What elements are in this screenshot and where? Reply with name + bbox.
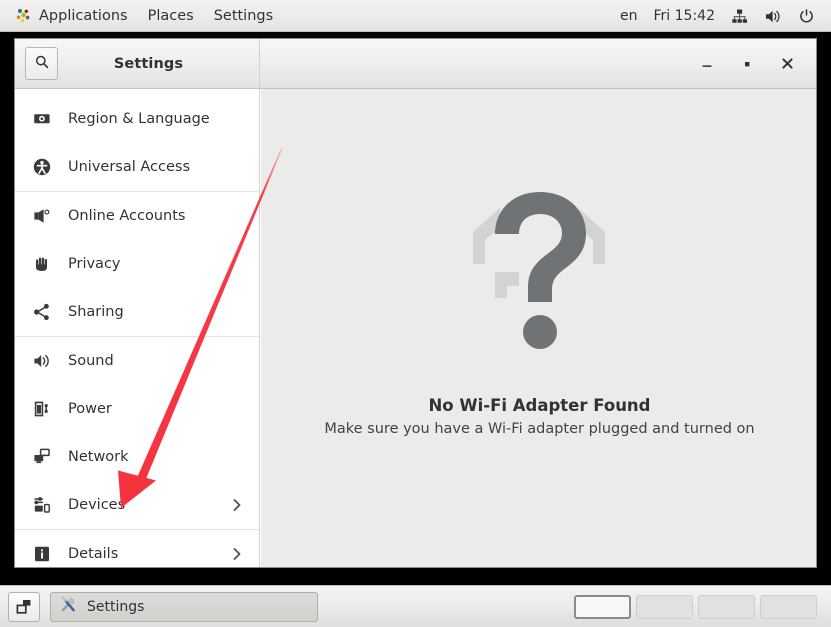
info-icon xyxy=(31,543,53,565)
titlebar-left-section: Settings xyxy=(15,39,260,88)
window-controls xyxy=(260,39,816,88)
sidebar-item-label: Privacy xyxy=(68,256,121,272)
gnome-logo-icon xyxy=(15,7,32,24)
sidebar-item-online-accounts[interactable]: Online Accounts xyxy=(15,192,259,240)
speaker-icon xyxy=(31,350,53,372)
sidebar-item-details[interactable]: Details xyxy=(15,530,259,567)
hand-icon xyxy=(31,253,53,275)
workspace-2[interactable] xyxy=(636,594,693,619)
places-menu[interactable]: Places xyxy=(139,5,203,27)
chevron-right-icon xyxy=(229,497,245,513)
workspace-4[interactable] xyxy=(760,594,817,619)
sidebar-item-label: Online Accounts xyxy=(68,208,186,224)
clock-label: Fri 15:42 xyxy=(653,8,715,24)
sidebar-item-privacy[interactable]: Privacy xyxy=(15,240,259,288)
keyboard-layout-label: en xyxy=(620,8,638,24)
sidebar-item-universal-access[interactable]: Universal Access xyxy=(15,143,259,191)
settings-window: Settings Region & Language Universal Acc… xyxy=(14,38,817,568)
share-icon xyxy=(31,301,53,323)
minimize-button[interactable] xyxy=(690,47,724,81)
network-icon xyxy=(31,446,53,468)
sidebar-item-sharing[interactable]: Sharing xyxy=(15,288,259,336)
flag-icon xyxy=(31,108,53,130)
tools-icon xyxy=(59,595,78,618)
network-icon[interactable] xyxy=(723,5,756,28)
settings-menu[interactable]: Settings xyxy=(205,5,282,27)
empty-state-title: No Wi-Fi Adapter Found xyxy=(428,396,651,415)
window-title: Settings xyxy=(113,55,184,72)
sidebar-item-label: Power xyxy=(68,401,112,417)
top-panel-status-area: en Fri 15:42 xyxy=(612,0,823,32)
top-panel: Applications Places Settings en Fri 15:4… xyxy=(0,0,831,32)
volume-icon[interactable] xyxy=(756,5,790,28)
sidebar-item-label: Universal Access xyxy=(68,159,191,175)
taskbar-item-settings[interactable]: Settings xyxy=(50,591,318,622)
chevron-right-icon xyxy=(229,546,245,562)
task-list: Settings xyxy=(50,591,574,622)
top-panel-menus: Applications Places Settings xyxy=(5,4,283,27)
settings-menu-label: Settings xyxy=(213,7,274,24)
sidebar-item-network[interactable]: Network xyxy=(15,433,259,481)
devices-icon xyxy=(31,494,53,516)
maximize-button[interactable] xyxy=(730,47,764,81)
window-titlebar: Settings xyxy=(15,39,816,89)
settings-sidebar[interactable]: Region & Language Universal Access Onlin… xyxy=(15,89,260,567)
battery-icon xyxy=(31,398,53,420)
keyboard-layout-indicator[interactable]: en xyxy=(612,5,646,27)
power-icon[interactable] xyxy=(790,5,823,28)
online-accounts-icon xyxy=(31,205,53,227)
screen: Applications Places Settings en Fri 15:4… xyxy=(0,0,831,627)
empty-state-subtitle: Make sure you have a Wi-Fi adapter plugg… xyxy=(324,421,755,437)
sidebar-item-label: Details xyxy=(68,546,119,562)
sidebar-item-power[interactable]: Power xyxy=(15,385,259,433)
wifi-content-pane: No Wi-Fi Adapter Found Make sure you hav… xyxy=(261,89,816,567)
workspace-1[interactable] xyxy=(574,594,631,619)
sidebar-item-label: Devices xyxy=(68,497,126,513)
taskbar: Settings xyxy=(0,585,831,627)
show-desktop-icon[interactable] xyxy=(8,591,40,622)
sidebar-item-label: Region & Language xyxy=(68,111,210,127)
sidebar-item-label: Sharing xyxy=(68,304,124,320)
taskbar-item-label: Settings xyxy=(87,598,145,615)
applications-menu-label: Applications xyxy=(39,7,128,24)
applications-menu[interactable]: Applications xyxy=(6,4,137,27)
sidebar-item-sound[interactable]: Sound xyxy=(15,337,259,385)
clock[interactable]: Fri 15:42 xyxy=(646,5,723,27)
accessibility-icon xyxy=(31,156,53,178)
sidebar-item-devices[interactable]: Devices xyxy=(15,481,259,529)
workspace-switcher xyxy=(574,594,817,619)
places-menu-label: Places xyxy=(147,7,194,24)
sidebar-item-label: Sound xyxy=(68,353,114,369)
workspace-3[interactable] xyxy=(698,594,755,619)
sidebar-item-label: Network xyxy=(68,449,129,465)
close-button[interactable] xyxy=(770,47,804,81)
sidebar-item-region-language[interactable]: Region & Language xyxy=(15,95,259,143)
wifi-question-mark-icon xyxy=(445,180,635,390)
